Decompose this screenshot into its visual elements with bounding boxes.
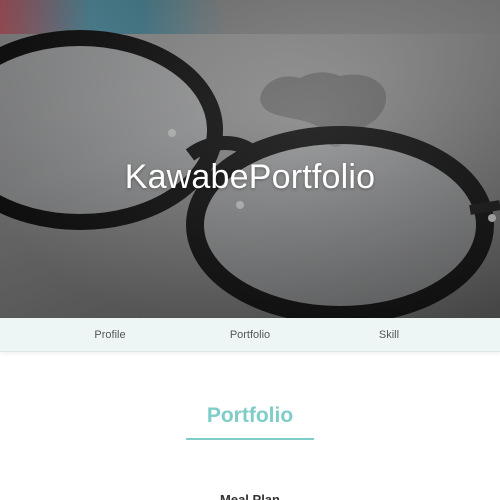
nav-item-portfolio[interactable]: Portfolio	[220, 318, 280, 352]
site-title: KawabePortfolio	[124, 158, 376, 196]
hero-banner: KawabePortfolio	[0, 0, 500, 318]
work-title[interactable]: Meal Plan	[0, 492, 500, 500]
section-heading-underline	[186, 438, 314, 440]
main-navigation: Profile Portfolio Skill	[0, 318, 500, 352]
section-heading: Portfolio	[206, 404, 294, 427]
nav-item-profile[interactable]: Profile	[80, 318, 140, 352]
nav-item-skill[interactable]: Skill	[359, 318, 419, 352]
portfolio-section: Portfolio Meal Plan	[0, 352, 500, 500]
